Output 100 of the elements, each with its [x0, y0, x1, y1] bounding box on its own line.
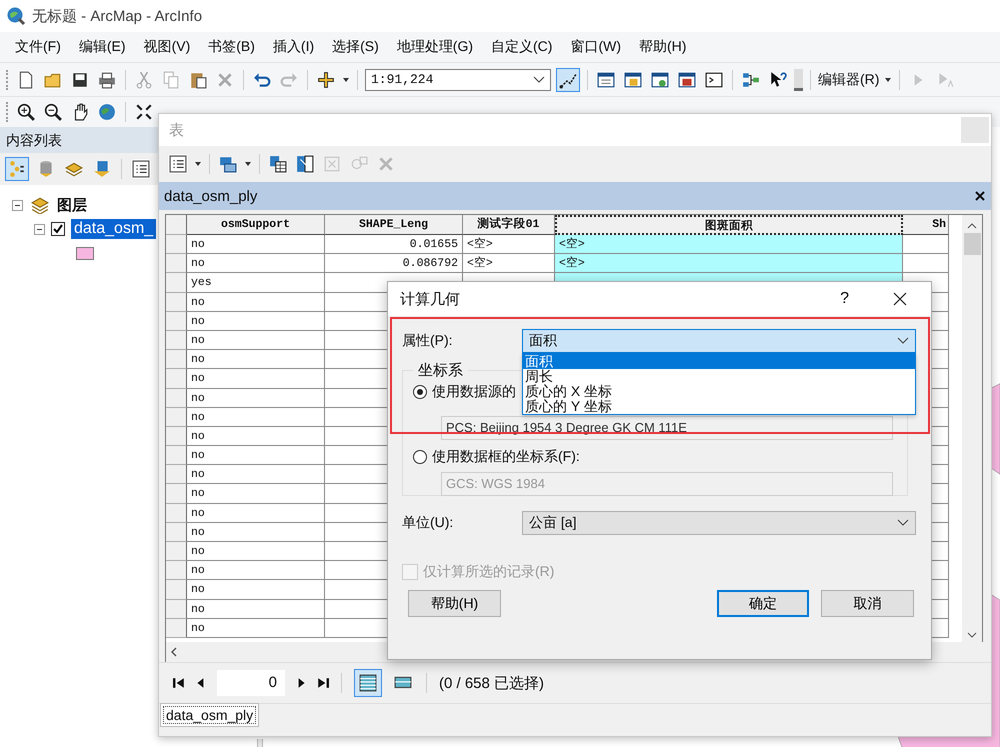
menu-item[interactable]: 文件(F)	[8, 35, 68, 59]
table-cell: no	[187, 312, 325, 331]
menu-item[interactable]: 自定义(C)	[484, 35, 560, 59]
row-selector[interactable]	[166, 522, 187, 542]
dropdown-option[interactable]: 质心的 X 坐标	[523, 384, 915, 399]
table-cell: no	[187, 465, 325, 484]
scroll-up-icon[interactable]	[967, 223, 977, 229]
row-selector[interactable]	[166, 561, 187, 580]
selection-status: (0 / 658 已选择)	[439, 674, 544, 692]
menu-item[interactable]: 窗口(W)	[563, 35, 628, 59]
zoom-out-icon[interactable]	[42, 101, 64, 123]
row-selector[interactable]	[166, 273, 187, 293]
table-cell: no	[187, 408, 325, 427]
property-label: 属性(P):	[402, 332, 454, 350]
table-tab[interactable]: data_osm_ply	[163, 706, 256, 724]
radio-option[interactable]: 使用数据源的	[413, 381, 516, 403]
dropdown-option[interactable]: 周长	[523, 369, 915, 384]
record-field[interactable]: 0	[217, 670, 285, 696]
menu-item[interactable]: 书签(B)	[201, 35, 262, 59]
column-header[interactable]: 测试字段01	[463, 215, 555, 235]
menu-item[interactable]: 插入(I)	[266, 35, 322, 59]
row-selector[interactable]	[166, 426, 187, 446]
globe-icon[interactable]	[96, 101, 118, 123]
expand-toggle[interactable]	[12, 200, 23, 210]
caret-icon[interactable]	[342, 76, 350, 84]
dialog-button[interactable]: 取消	[821, 590, 914, 617]
first-record-icon[interactable]	[173, 677, 185, 689]
dialog-button[interactable]: 确定	[717, 590, 809, 617]
table-cell: 0.086792	[325, 254, 463, 274]
row-selector[interactable]	[166, 312, 187, 331]
table-cell: no	[187, 235, 325, 254]
expand-toggle[interactable]	[34, 224, 45, 234]
row-selector[interactable]	[166, 542, 187, 562]
menu-item[interactable]: 地理处理(G)	[390, 35, 480, 59]
chevron-down-icon[interactable]	[897, 337, 909, 345]
switch-selection-icon[interactable]	[294, 153, 316, 175]
chevron-down-icon[interactable]	[533, 76, 545, 84]
row-selector[interactable]	[166, 484, 187, 504]
table-cell: yes	[187, 273, 325, 293]
table-cell: no	[187, 446, 325, 466]
row-selector[interactable]	[166, 580, 187, 600]
table-cell	[903, 254, 949, 274]
caret-icon[interactable]	[194, 160, 202, 168]
dropdown-option[interactable]: 质心的 Y 坐标	[523, 399, 915, 414]
row-selector[interactable]	[166, 369, 187, 388]
row-selector[interactable]	[166, 465, 187, 484]
row-selector[interactable]	[166, 254, 187, 274]
symbol-swatch[interactable]	[76, 246, 94, 260]
row-selector[interactable]	[166, 618, 187, 638]
tree-group-label[interactable]: 图层	[57, 196, 87, 214]
chevron-down-icon[interactable]	[897, 519, 909, 527]
close-icon[interactable]	[893, 292, 907, 306]
row-selector[interactable]	[166, 446, 187, 466]
row-selector[interactable]	[166, 600, 187, 619]
list-by-drawing-order-icon[interactable]	[5, 157, 29, 181]
row-selector[interactable]	[166, 388, 187, 408]
row-selector[interactable]	[166, 330, 187, 350]
vertical-scrollbar[interactable]	[962, 215, 982, 642]
show-all-records-icon[interactable]	[354, 669, 382, 697]
editor-menu[interactable]: 编辑器(R)	[818, 70, 880, 88]
unit-dropdown[interactable]: 公亩 [a]	[522, 511, 916, 535]
table-cell: 0.01655	[325, 235, 463, 254]
menu-item[interactable]: 视图(V)	[136, 35, 198, 59]
options-icon[interactable]	[130, 158, 152, 180]
close-icon[interactable]	[975, 191, 985, 201]
row-selector[interactable]	[166, 235, 187, 254]
row-selector[interactable]	[166, 292, 187, 312]
table-cell: no	[187, 542, 325, 562]
scroll-down-icon[interactable]	[967, 632, 977, 638]
radio-option[interactable]: 使用数据框的坐标系(F):	[413, 446, 580, 468]
row-selector[interactable]	[166, 504, 187, 523]
column-header[interactable]: 图斑面积	[555, 215, 903, 235]
menu-item[interactable]: 选择(S)	[325, 35, 386, 59]
table-cell: no	[187, 561, 325, 580]
table-options-icon[interactable]	[167, 153, 189, 175]
column-header[interactable]: Sh	[903, 215, 949, 235]
menu-item[interactable]: 编辑(E)	[72, 35, 133, 59]
row-selector[interactable]	[166, 408, 187, 427]
scale-combo[interactable]: 1:91,224	[365, 68, 551, 90]
scroll-thumb[interactable]	[964, 233, 980, 255]
column-header[interactable]: SHAPE_Leng	[325, 215, 463, 235]
layer-checkbox[interactable]	[51, 222, 65, 236]
zoom-in-icon[interactable]	[15, 101, 37, 123]
select-by-attributes-icon[interactable]	[267, 153, 289, 175]
property-dropdown[interactable]: 面积	[522, 329, 916, 353]
layer-name[interactable]: data_osm_	[71, 219, 156, 239]
app-globe-icon	[6, 6, 26, 26]
caret-icon[interactable]	[244, 160, 252, 168]
column-header[interactable]: osmSupport	[187, 215, 325, 235]
corner-cell[interactable]	[166, 215, 187, 235]
group-title: 坐标系	[413, 361, 468, 380]
help-button[interactable]: ?	[840, 290, 849, 308]
scroll-left-icon[interactable]	[171, 647, 177, 657]
row-selector[interactable]	[166, 350, 187, 370]
dropdown-option[interactable]: 面积	[523, 354, 915, 369]
menu-item[interactable]: 帮助(H)	[632, 35, 694, 59]
last-record-icon[interactable]	[317, 677, 329, 689]
dialog-button[interactable]: 帮助(H)	[408, 590, 501, 617]
caret-icon[interactable]	[884, 76, 892, 84]
edit-tool-icon[interactable]	[556, 68, 580, 92]
